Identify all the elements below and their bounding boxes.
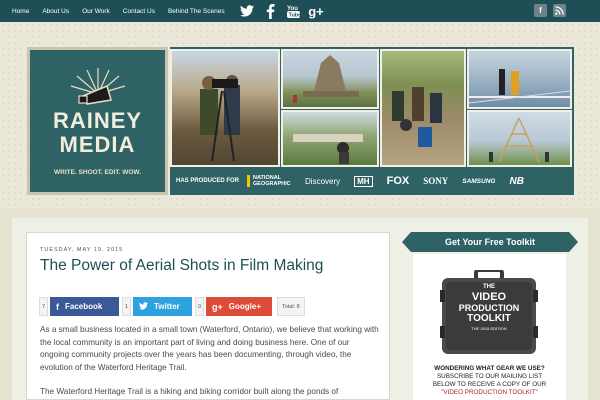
- post-title[interactable]: The Power of Aerial Shots in Film Making: [40, 257, 323, 275]
- photo-temple: [281, 49, 379, 109]
- photo-camera-crew: [170, 49, 280, 167]
- logo-line-2: MEDIA: [59, 132, 136, 157]
- toolkit-widget: THE VIDEO PRODUCTION TOOLKIT THE 2015 ED…: [413, 254, 566, 400]
- facebook-square-icon[interactable]: f: [534, 4, 547, 17]
- cta-line-3: BELOW TO RECEIVE A COPY OF OUR: [432, 381, 547, 388]
- brand-sony: SONY: [423, 176, 449, 186]
- header-right-icons: f: [534, 4, 572, 17]
- case-text-production: PRODUCTION: [458, 303, 520, 313]
- share-buttons: 7 f Facebook 1 Twitter 0 g+ Google+ Tota…: [39, 297, 305, 316]
- megaphone-icon: [70, 68, 126, 105]
- google-plus-share-label: Google+: [228, 302, 261, 311]
- rss-icon[interactable]: [553, 4, 566, 17]
- brand-mh: MH: [354, 175, 373, 187]
- brand-new-balance: NB: [509, 175, 524, 187]
- facebook-icon: f: [56, 301, 59, 312]
- svg-text:Tube: Tube: [288, 12, 300, 18]
- twitter-icon[interactable]: [238, 2, 256, 20]
- nav-link-home[interactable]: Home: [12, 8, 29, 15]
- case-text-the: THE: [483, 284, 495, 290]
- ribbon-left-tail: [402, 232, 411, 252]
- brand-discovery: Discovery: [305, 176, 341, 186]
- post-paragraph-2: The Waterford Heritage Trail is a hiking…: [40, 387, 339, 396]
- post-date: TUESDAY, MAY 19, 2015: [40, 247, 124, 253]
- ribbon-right-tail: [569, 232, 578, 252]
- brand-samsung: SAMSUNG: [462, 177, 496, 185]
- rainey-media-logo[interactable]: RAINEY MEDIA WRITE. SHOOT. EDIT. WOW.: [27, 47, 168, 195]
- photo-interview-field: [281, 110, 379, 167]
- nav-link-about-us[interactable]: About Us: [42, 8, 69, 15]
- logo-tagline: WRITE. SHOOT. EDIT. WOW.: [53, 169, 142, 176]
- google-plus-share-button[interactable]: g+ Google+: [206, 297, 272, 316]
- blog-post: TUESDAY, MAY 19, 2015 The Power of Aeria…: [26, 232, 390, 400]
- nav-link-behind-the-scenes[interactable]: Behind The Scenes: [168, 8, 225, 15]
- top-navigation-bar: Home About Us Our Work Contact Us Behind…: [0, 0, 600, 22]
- google-plus-icon[interactable]: g+: [307, 2, 325, 20]
- nav-link-our-work[interactable]: Our Work: [82, 8, 110, 15]
- google-plus-icon: g+: [212, 301, 223, 312]
- cta-line-4: "VIDEO PRODUCTION TOOLKIT": [441, 389, 538, 396]
- has-produced-label: HAS PRODUCED FOR: [176, 178, 240, 184]
- nav-link-contact-us[interactable]: Contact Us: [123, 8, 155, 15]
- case-text-edition: THE 2015 EDITION: [471, 326, 507, 331]
- cta-line-2: SUBSCRIBE TO OUR MAILING LIST: [436, 373, 543, 380]
- facebook-share-label: Facebook: [65, 302, 103, 311]
- photo-crew-outdoors: [380, 49, 466, 167]
- brand-national-geographic: NATIONAL GEOGRAPHIC: [247, 175, 291, 187]
- twitter-share-button[interactable]: Twitter: [133, 297, 192, 316]
- toolkit-ribbon: Get Your Free Toolkit: [402, 232, 578, 252]
- twitter-share-label: Twitter: [154, 302, 180, 311]
- facebook-share-button[interactable]: f Facebook: [50, 297, 119, 316]
- produced-for-bar: HAS PRODUCED FOR NATIONAL GEOGRAPHIC Dis…: [170, 167, 574, 195]
- brand-fox: FOX: [386, 175, 410, 187]
- nav-links: Home About Us Our Work Contact Us Behind…: [12, 0, 238, 22]
- social-icons: You Tube g+: [238, 2, 330, 20]
- toolkit-case-image[interactable]: THE VIDEO PRODUCTION TOOLKIT THE 2015 ED…: [438, 268, 540, 356]
- google-share-count: 0: [195, 297, 204, 316]
- case-text-toolkit: TOOLKIT: [467, 313, 511, 324]
- ribbon-title: Get Your Free Toolkit: [411, 232, 569, 252]
- facebook-icon[interactable]: [261, 2, 279, 20]
- post-paragraph-1: As a small business located in a small t…: [40, 325, 379, 373]
- twitter-icon: [139, 301, 148, 312]
- youtube-icon[interactable]: You Tube: [284, 2, 302, 20]
- facebook-share-count: 7: [39, 297, 48, 316]
- cta-heading: WONDERING WHAT GEAR WE USE?: [434, 365, 545, 372]
- twitter-share-count: 1: [122, 297, 131, 316]
- photo-boat-deck: [467, 49, 572, 109]
- header-photo-collage: HAS PRODUCED FOR NATIONAL GEOGRAPHIC Dis…: [170, 47, 574, 195]
- logo-line-1: RAINEY: [52, 108, 143, 133]
- photo-scaffolding: [467, 110, 572, 167]
- case-text-video: VIDEO: [471, 291, 507, 303]
- total-shares: Total: 8: [277, 297, 305, 316]
